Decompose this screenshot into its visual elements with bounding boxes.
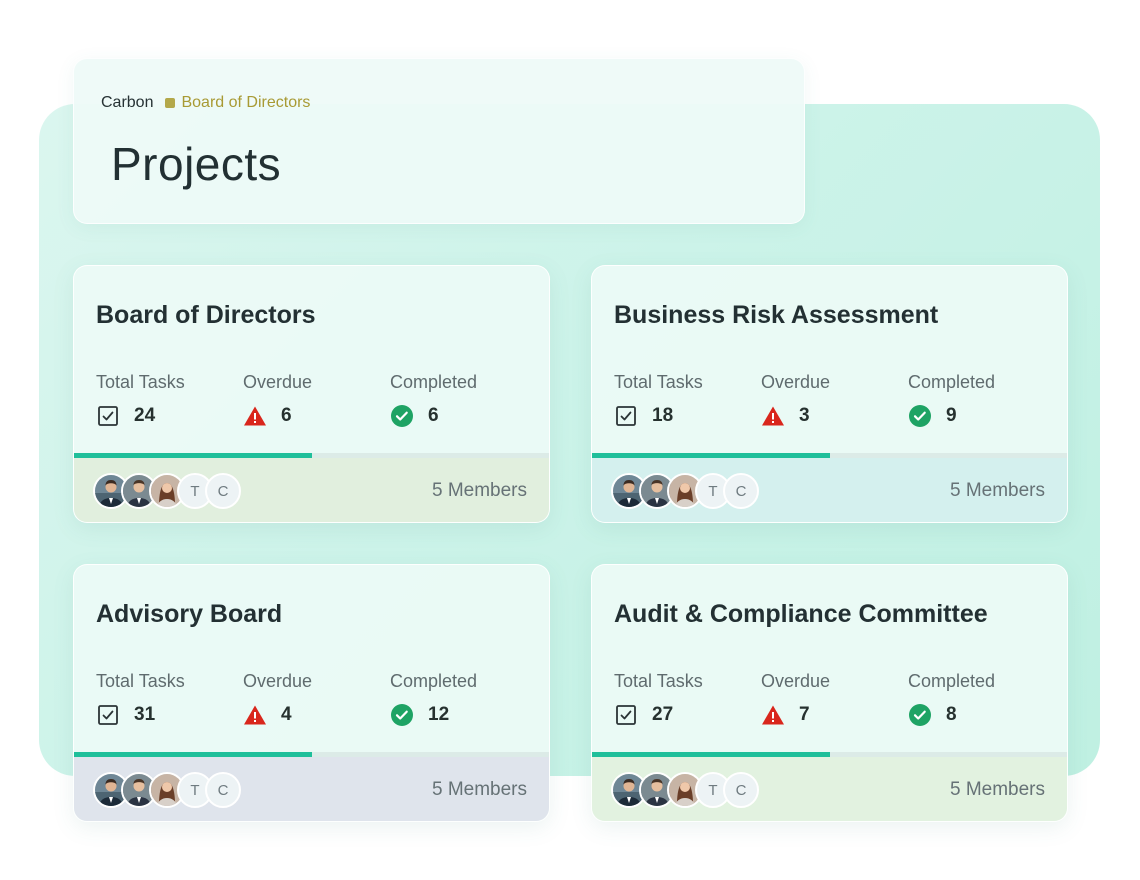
completed-label: Completed xyxy=(908,372,996,392)
overdue-label: Overdue xyxy=(243,671,313,691)
project-title[interactable]: Business Risk Assessment xyxy=(614,301,938,330)
avatar[interactable]: C xyxy=(723,473,759,509)
completed-label: Completed xyxy=(390,372,478,392)
overdue-label: Overdue xyxy=(761,671,831,691)
total-tasks-stat: Total Tasks 27 xyxy=(614,671,703,727)
card-footer: T C 5 Members xyxy=(74,757,549,821)
breadcrumb: Carbon Board of Directors xyxy=(101,94,310,112)
checkbox-icon xyxy=(614,703,638,727)
checkbox-icon xyxy=(96,703,120,727)
members-count[interactable]: 5 Members xyxy=(950,480,1045,502)
total-tasks-value: 18 xyxy=(652,405,674,426)
project-card-audit-compliance-committee[interactable]: Audit & Compliance Committee Total Tasks… xyxy=(591,564,1068,822)
completed-stat: Completed 6 xyxy=(390,372,477,428)
completed-value: 12 xyxy=(428,704,450,725)
completed-stat: Completed 12 xyxy=(390,671,477,727)
total-tasks-value: 31 xyxy=(134,704,156,725)
overdue-stat: Overdue 6 xyxy=(243,372,312,428)
completed-stat: Completed 9 xyxy=(908,372,995,428)
overdue-value: 6 xyxy=(281,405,292,426)
overdue-label: Overdue xyxy=(761,372,831,392)
breadcrumb-root[interactable]: Carbon xyxy=(101,94,153,112)
breadcrumb-dot-icon xyxy=(165,98,176,108)
overdue-value: 3 xyxy=(799,405,810,426)
warning-icon xyxy=(761,404,785,428)
project-card-business-risk-assessment[interactable]: Business Risk Assessment Total Tasks 18 … xyxy=(591,265,1068,523)
checkbox-icon xyxy=(614,404,638,428)
overdue-label: Overdue xyxy=(243,372,313,392)
total-tasks-stat: Total Tasks 31 xyxy=(96,671,185,727)
avatar[interactable]: C xyxy=(723,772,759,808)
completed-value: 8 xyxy=(946,704,957,725)
project-title[interactable]: Advisory Board xyxy=(96,600,282,629)
avatar[interactable]: C xyxy=(205,772,241,808)
header-card: Carbon Board of Directors Projects xyxy=(73,58,805,224)
check-circle-icon xyxy=(908,404,932,428)
total-tasks-stat: Total Tasks 18 xyxy=(614,372,703,428)
card-footer: T C 5 Members xyxy=(74,458,549,522)
overdue-stat: Overdue 7 xyxy=(761,671,830,727)
warning-icon xyxy=(243,703,267,727)
total-tasks-label: Total Tasks xyxy=(96,372,185,392)
overdue-stat: Overdue 4 xyxy=(243,671,312,727)
total-tasks-label: Total Tasks xyxy=(96,671,185,691)
check-circle-icon xyxy=(390,404,414,428)
page-title: Projects xyxy=(111,138,282,190)
card-footer: T C 5 Members xyxy=(592,458,1067,522)
project-title[interactable]: Board of Directors xyxy=(96,301,315,330)
completed-label: Completed xyxy=(390,671,478,691)
members-count[interactable]: 5 Members xyxy=(432,480,527,502)
total-tasks-stat: Total Tasks 24 xyxy=(96,372,185,428)
breadcrumb-current[interactable]: Board of Directors xyxy=(181,94,310,112)
completed-label: Completed xyxy=(908,671,996,691)
warning-icon xyxy=(243,404,267,428)
overdue-value: 4 xyxy=(281,704,292,725)
overdue-value: 7 xyxy=(799,704,810,725)
check-circle-icon xyxy=(908,703,932,727)
warning-icon xyxy=(761,703,785,727)
project-card-advisory-board[interactable]: Advisory Board Total Tasks 31 Overdue 4 … xyxy=(73,564,550,822)
total-tasks-label: Total Tasks xyxy=(614,372,703,392)
card-footer: T C 5 Members xyxy=(592,757,1067,821)
completed-value: 9 xyxy=(946,405,957,426)
completed-value: 6 xyxy=(428,405,439,426)
project-card-board-of-directors[interactable]: Board of Directors Total Tasks 24 Overdu… xyxy=(73,265,550,523)
avatar[interactable]: C xyxy=(205,473,241,509)
checkbox-icon xyxy=(96,404,120,428)
total-tasks-value: 27 xyxy=(652,704,674,725)
total-tasks-label: Total Tasks xyxy=(614,671,703,691)
members-count[interactable]: 5 Members xyxy=(432,779,527,801)
project-title[interactable]: Audit & Compliance Committee xyxy=(614,600,988,629)
check-circle-icon xyxy=(390,703,414,727)
completed-stat: Completed 8 xyxy=(908,671,995,727)
overdue-stat: Overdue 3 xyxy=(761,372,830,428)
total-tasks-value: 24 xyxy=(134,405,156,426)
members-count[interactable]: 5 Members xyxy=(950,779,1045,801)
